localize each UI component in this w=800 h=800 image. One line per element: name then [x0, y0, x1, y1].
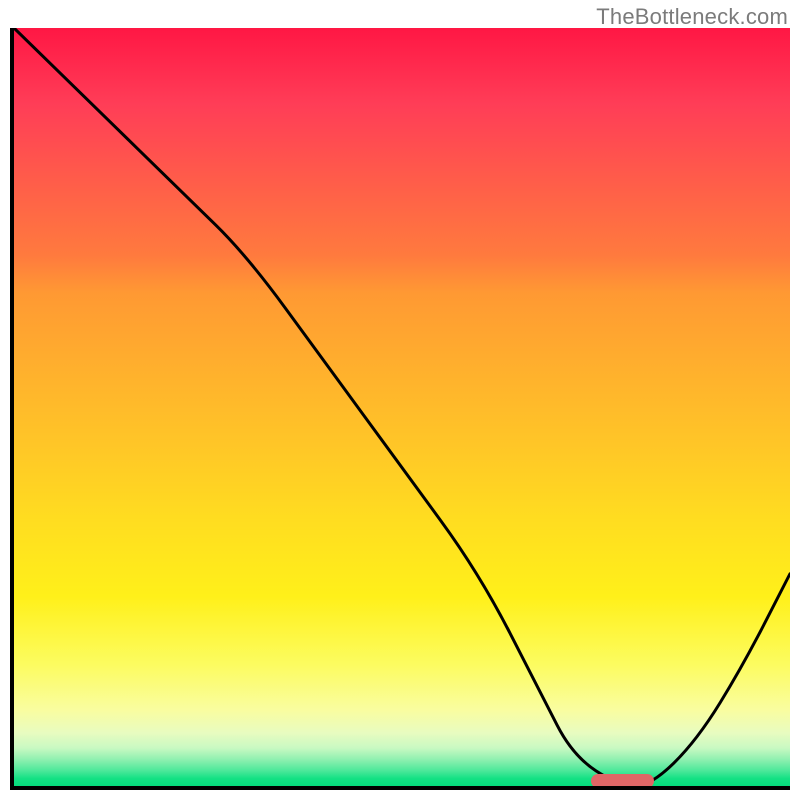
- curve-svg: [14, 28, 790, 786]
- watermark-text: TheBottleneck.com: [596, 4, 788, 30]
- plot-area: [10, 28, 790, 790]
- chart-container: TheBottleneck.com: [0, 0, 800, 800]
- bottleneck-curve-path: [14, 28, 790, 786]
- optimal-range-marker: [591, 774, 653, 788]
